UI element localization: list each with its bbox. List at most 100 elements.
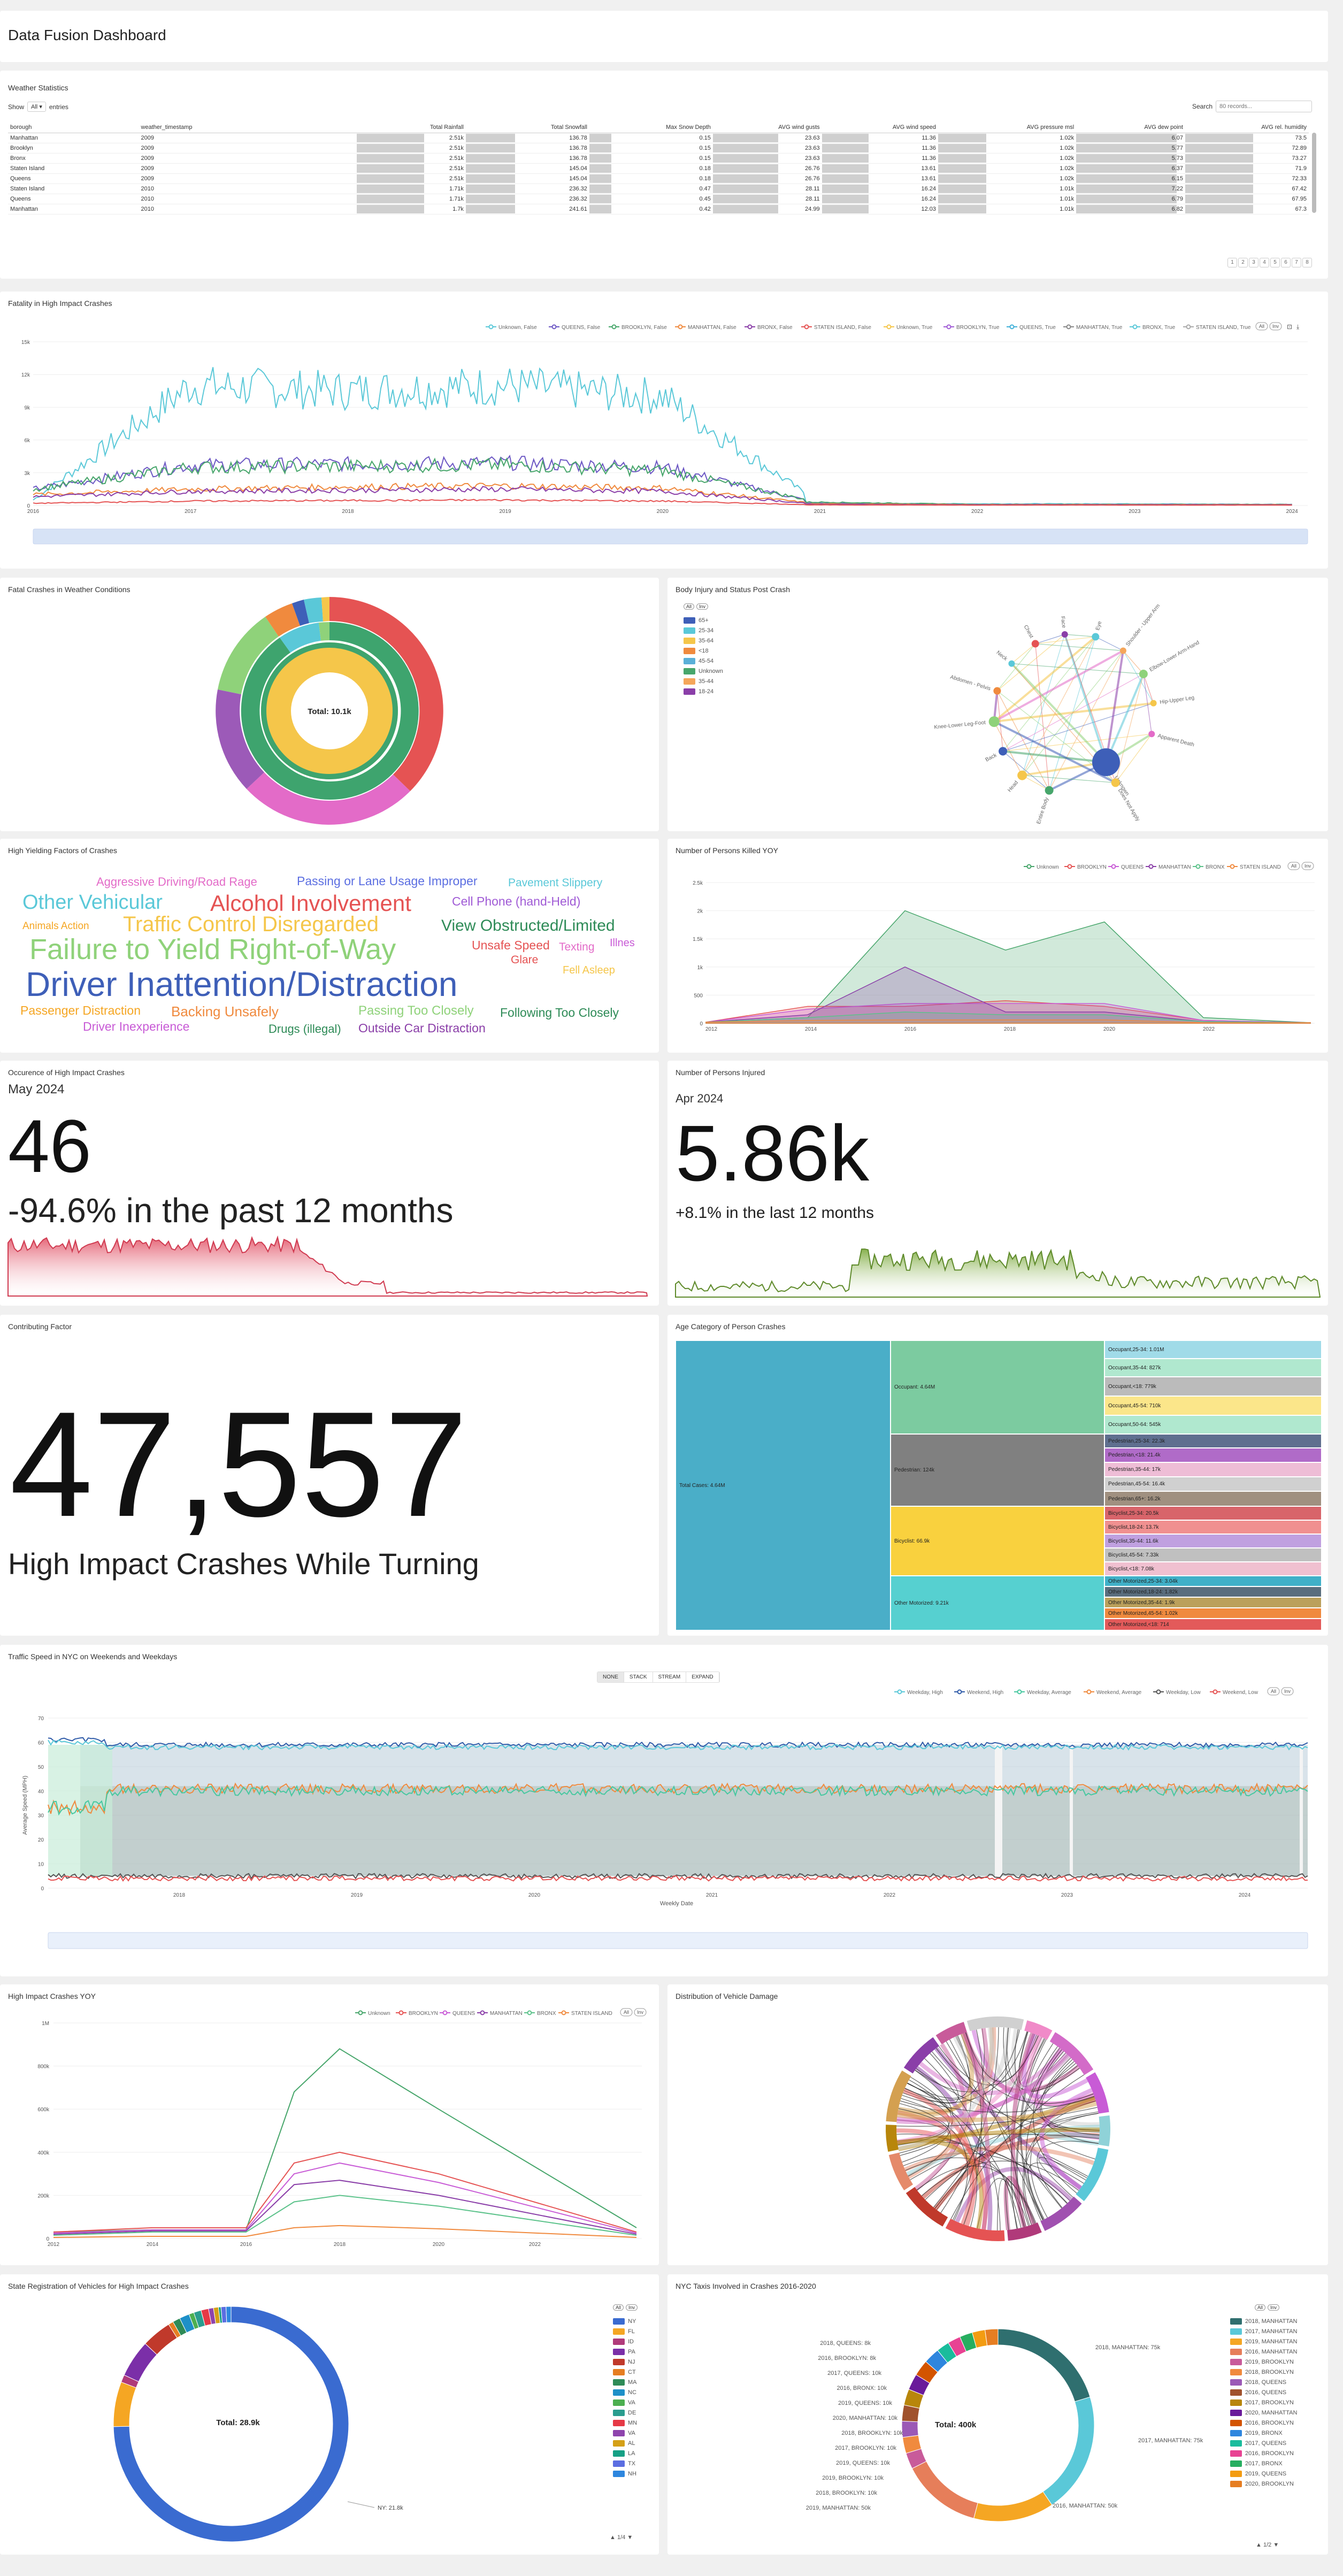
all-button[interactable]: All [1255, 2304, 1266, 2311]
speed-legend-item[interactable]: Weekday, Low [1153, 1689, 1201, 1696]
column-header[interactable]: AVG rel. humidity [1185, 122, 1309, 133]
yoy-legend-item[interactable]: Unknown [355, 2010, 390, 2017]
fatality-legend-item[interactable]: MANHATTAN, False [675, 324, 736, 331]
yoy-legend-item[interactable]: BROOKLYN [396, 2010, 438, 2017]
legend-item[interactable]: 2016, BROOKLYN [1230, 2418, 1297, 2428]
treemap-leaf[interactable]: Bicyclist,25-34: 20.5k [1104, 1506, 1322, 1520]
network-node[interactable] [1092, 748, 1120, 776]
wordcloud-word[interactable]: Aggressive Driving/Road Rage [96, 876, 257, 888]
treemap-leaf[interactable]: Occupant,25-34: 1.01M [1104, 1340, 1322, 1359]
legend-item[interactable]: 2016, BROOKLYN [1230, 2448, 1297, 2458]
treemap-group[interactable]: Other Motorized: 9.21k [891, 1576, 1104, 1630]
fatality-legend-item[interactable]: BROOKLYN, True [943, 324, 1000, 331]
wordcloud-word[interactable]: Fell Asleep [563, 965, 615, 976]
speed-legend-item[interactable]: Weekday, Average [1014, 1689, 1071, 1696]
legend-item[interactable]: AL [613, 2438, 637, 2448]
wordcloud-word[interactable]: Passing Too Closely [358, 1005, 474, 1017]
legend-item[interactable]: PA [613, 2347, 637, 2357]
legend-item[interactable]: ID [613, 2336, 637, 2347]
fatality-legend-item[interactable]: Unknown, False [486, 324, 537, 331]
treemap-group[interactable]: Pedestrian: 124k [891, 1434, 1104, 1506]
wordcloud-word[interactable]: Drugs (illegal) [268, 1023, 341, 1035]
treemap-leaf[interactable]: Occupant,35-44: 827k [1104, 1359, 1322, 1377]
legend-item[interactable]: 2018, MANHATTAN [1230, 2316, 1297, 2326]
donut-slice[interactable] [911, 2460, 978, 2519]
network-node[interactable] [1017, 770, 1027, 780]
legend-item[interactable]: NJ [613, 2357, 637, 2367]
all-button[interactable]: All [613, 2304, 624, 2311]
network-node[interactable] [1119, 647, 1126, 654]
next-page-icon[interactable]: ▼ [1273, 2542, 1279, 2548]
column-header[interactable]: AVG wind gusts [712, 122, 822, 133]
next-page-icon[interactable]: ▼ [627, 2534, 633, 2541]
donut-slice[interactable] [113, 2381, 137, 2427]
prev-page-icon[interactable]: ▲ [610, 2534, 616, 2541]
range-slider[interactable] [48, 1932, 1308, 1949]
wordcloud-word[interactable]: Unsafe Speed [472, 939, 550, 952]
search-input[interactable] [1216, 101, 1312, 112]
table-row[interactable]: Brooklyn 2009 2.51k 136.78 0.15 23.63 11.36 1.0… [8, 143, 1309, 154]
column-header[interactable]: weather_timestamp [139, 122, 357, 133]
legend-item[interactable]: CT [613, 2367, 637, 2377]
treemap-leaf[interactable]: Other Motorized,35-44: 1.9k [1104, 1597, 1322, 1608]
treemap-leaf[interactable]: Pedestrian,35-44: 17k [1104, 1462, 1322, 1477]
column-header[interactable]: AVG wind speed [822, 122, 939, 133]
fatality-legend-item[interactable]: QUEENS, False [549, 324, 601, 331]
fatality-legend-item[interactable]: MANHATTAN, True [1063, 324, 1123, 331]
donut-slice[interactable] [973, 2491, 1053, 2522]
page-button[interactable]: 3 [1249, 258, 1258, 267]
treemap-leaf[interactable]: Other Motorized,25-34: 3.04k [1104, 1576, 1322, 1586]
legend-item[interactable]: 2018, QUEENS [1230, 2377, 1297, 2387]
legend-item[interactable]: 2019, QUEENS [1230, 2468, 1297, 2479]
yoy-legend-item[interactable]: MANHATTAN [477, 2010, 523, 2017]
treemap-leaf[interactable]: Bicyclist,35-44: 11.6k [1104, 1534, 1322, 1548]
speed-legend-item[interactable]: Weekend, High [954, 1689, 1003, 1696]
wordcloud-word[interactable]: Cell Phone (hand-Held) [452, 895, 580, 908]
network-node[interactable] [993, 687, 1001, 695]
killed-legend-item[interactable]: MANHATTAN [1146, 864, 1191, 870]
network-node[interactable] [1092, 633, 1100, 641]
donut-slice[interactable] [997, 2328, 1091, 2402]
killed-legend-item[interactable]: BROOKLYN [1064, 864, 1107, 870]
legend-item[interactable]: VA [613, 2397, 637, 2408]
network-node[interactable] [1008, 660, 1015, 667]
legend-item[interactable]: 2019, BRONX [1230, 2428, 1297, 2438]
legend-item[interactable]: 2016, QUEENS [1230, 2387, 1297, 2397]
legend-item[interactable]: FL [613, 2326, 637, 2336]
treemap-group[interactable]: Bicyclist: 66.9k [891, 1506, 1104, 1576]
legend-item[interactable]: 2017, QUEENS [1230, 2438, 1297, 2448]
wordcloud-word[interactable]: View Obstructed/Limited [441, 918, 615, 934]
network-node[interactable] [1150, 700, 1157, 707]
column-header[interactable]: borough [8, 122, 139, 133]
wordcloud-word[interactable]: Illnes [610, 938, 635, 948]
wordcloud-word[interactable]: Following Too Closely [500, 1007, 619, 1019]
killed-legend-item[interactable]: BRONX [1193, 864, 1225, 870]
speed-legend-item[interactable]: Weekday, High [894, 1689, 943, 1696]
table-row[interactable]: Queens 2009 2.51k 145.04 0.18 26.76 13.61 1.02k… [8, 173, 1309, 184]
column-header[interactable]: Total Snowfall [465, 122, 589, 133]
treemap-leaf[interactable]: Bicyclist,45-54: 7.33k [1104, 1548, 1322, 1562]
killed-legend-item[interactable]: STATEN ISLAND [1227, 864, 1281, 870]
page-button[interactable]: 8 [1302, 258, 1312, 267]
speed-legend-item[interactable]: Weekend, Low [1210, 1689, 1258, 1696]
legend-item[interactable]: VA [613, 2428, 637, 2438]
yoy-legend-item[interactable]: STATEN ISLAND [558, 2010, 612, 2017]
wordcloud-word[interactable]: Outside Car Distraction [358, 1022, 486, 1034]
chord-arc[interactable] [1040, 2196, 1082, 2231]
legend-item[interactable]: MN [613, 2418, 637, 2428]
donut-slice[interactable] [985, 2328, 999, 2346]
donut-slice[interactable] [901, 2420, 919, 2438]
fatality-legend-item[interactable]: STATEN ISLAND, True [1183, 324, 1251, 331]
table-row[interactable]: Staten Island 2009 2.51k 145.04 0.18 26.76 13.… [8, 163, 1309, 174]
page-button[interactable]: 7 [1292, 258, 1301, 267]
network-node[interactable] [988, 716, 1000, 727]
table-row[interactable]: Manhattan 2010 1.7k 241.61 0.42 24.99 12.03 1.0… [8, 204, 1309, 214]
wordcloud-word[interactable]: Driver Inexperience [83, 1021, 189, 1033]
table-scrollbar[interactable] [1312, 133, 1316, 213]
legend-item[interactable]: 2017, BROOKLYN [1230, 2397, 1297, 2408]
legend-item[interactable]: NC [613, 2387, 637, 2397]
wordcloud-word[interactable]: Texting [559, 941, 595, 953]
table-row[interactable]: Queens 2010 1.71k 236.32 0.45 28.11 16.24 1.01k… [8, 194, 1309, 204]
network-node[interactable] [1148, 731, 1155, 738]
treemap-leaf[interactable]: Pedestrian,65+: 16.2k [1104, 1491, 1322, 1506]
